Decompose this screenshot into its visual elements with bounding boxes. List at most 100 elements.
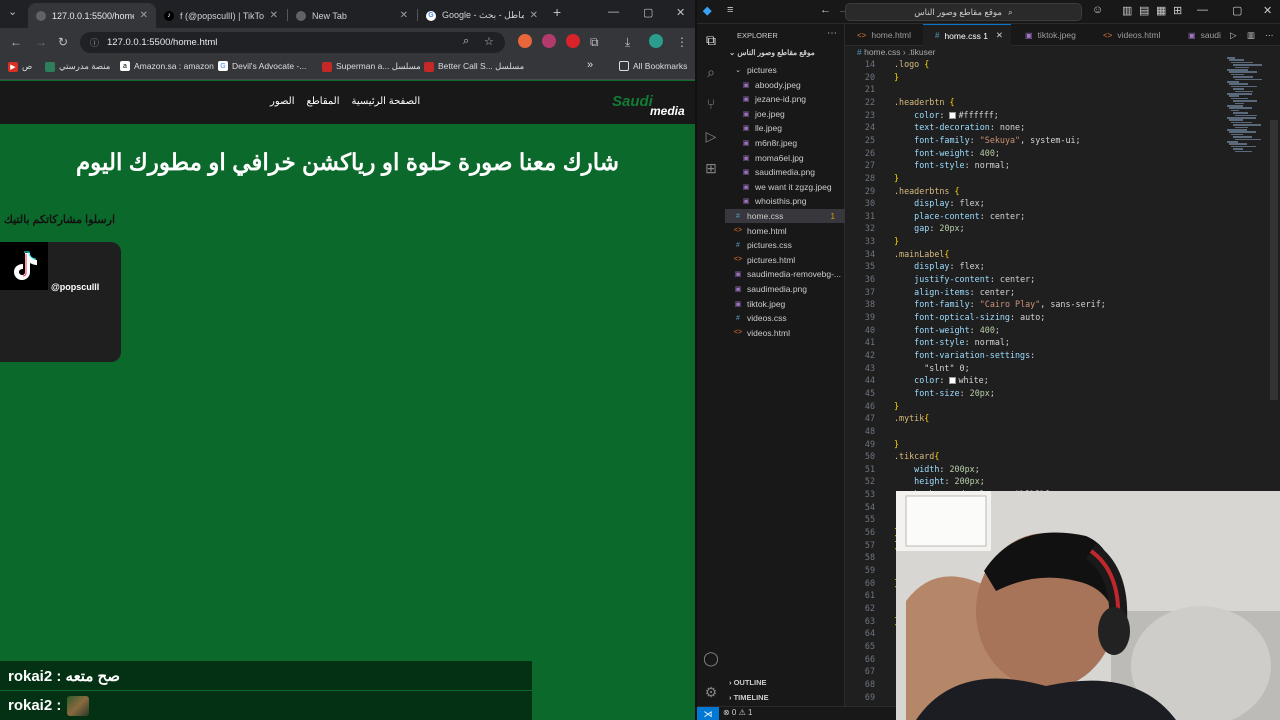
back-icon[interactable]: ← [820,4,831,16]
extensions-puzzle-icon[interactable]: ⧉ [590,35,599,50]
url-input[interactable]: ⓘ 127.0.0.1:5500/home.html ⌕ ☆ [80,32,505,53]
close-window-button[interactable]: ✕ [676,6,685,19]
code-line[interactable]: height: 200px; [894,476,985,486]
layout-icon[interactable]: ▥ [1122,4,1132,17]
code-line[interactable]: .mytik{ [894,413,929,423]
copilot-icon[interactable]: ☺ [1092,4,1103,16]
more-actions-icon[interactable]: ⋯ [827,28,837,39]
account-icon[interactable]: ◯ [703,650,719,666]
tab-google[interactable]: G Google - مماطل - بحث ✕ [418,3,546,28]
tab-saudi[interactable]: ▣ saudi [1176,24,1226,46]
nav-videos-link[interactable]: المقاطع [307,96,340,107]
command-center-search[interactable]: موقع مقاطع وصور الناس ⌕ [845,3,1082,21]
code-line[interactable]: .tikcard{ [894,451,939,461]
tab-home[interactable]: 127.0.0.1:5500/home.ht ✕ [28,3,156,28]
bookmark-item[interactable]: Superman a... مسلسل [322,61,421,72]
code-line[interactable]: } [894,72,899,82]
extension-icon[interactable] [542,34,556,48]
code-line[interactable]: "slnt" 0; [894,363,969,373]
bookmark-item[interactable]: منصة مدرستي [45,61,110,72]
file-item[interactable]: <> home.html [725,224,845,238]
back-icon[interactable]: ← [10,35,22,49]
download-icon[interactable]: ⤓ [625,35,630,50]
search-icon[interactable]: ⌕ [703,64,719,80]
reload-icon[interactable]: ↻ [58,35,68,49]
close-icon[interactable]: ✕ [530,10,538,21]
close-icon[interactable]: ✕ [996,30,1003,41]
tab-new[interactable]: New Tab ✕ [288,3,416,28]
code-line[interactable]: font-style: normal; [894,337,1010,347]
bookmark-star-icon[interactable]: ☆ [484,35,494,48]
more-actions-icon[interactable]: ⋯ [1265,24,1274,46]
file-item[interactable]: ▣ moma6el.jpg [725,151,845,165]
run-debug-icon[interactable]: ▷ [703,128,719,144]
code-line[interactable]: } [894,439,899,449]
bookmark-item[interactable]: Better Call S... مسلسل [424,61,524,72]
sidebar-icon[interactable]: ▦ [1156,4,1166,17]
split-editor-icon[interactable]: ▥ [1247,24,1255,46]
code-line[interactable]: font-weight: 400; [894,148,1000,158]
extension-icon[interactable] [566,34,580,48]
panel-icon[interactable]: ▤ [1139,4,1149,17]
all-bookmarks[interactable]: All Bookmarks [619,61,687,71]
menu-icon[interactable]: ≡ [727,4,733,16]
forward-icon[interactable]: → [35,35,47,49]
new-tab-button[interactable]: + [553,4,561,20]
close-icon[interactable]: ✕ [140,10,148,21]
code-line[interactable]: font-size: 20px; [894,388,995,398]
minimap[interactable] [1227,57,1267,157]
customize-layout-icon[interactable]: ⊞ [1173,4,1182,17]
file-item[interactable]: # videos.css [725,311,845,325]
tab-search-icon[interactable]: ⌄ [8,5,17,18]
code-line[interactable]: display: flex; [894,261,985,271]
avatar[interactable] [649,34,663,48]
file-item[interactable]: ▣ m6n8r.jpeg [725,136,845,150]
code-line[interactable]: .mainLabel{ [894,249,949,259]
folder-pictures[interactable]: ⌄ pictures [725,63,845,77]
file-item[interactable]: # home.css 1 [725,209,845,223]
file-item[interactable]: <> pictures.html [725,253,845,267]
code-line[interactable]: font-variation-settings: [894,350,1035,360]
extension-icon[interactable] [518,34,532,48]
site-logo[interactable]: Saudi media [612,93,685,119]
file-item[interactable]: ▣ aboody.jpeg [725,78,845,92]
bookmark-item[interactable]: G Devil's Advocate -... [218,61,306,71]
code-line[interactable]: place-content: center; [894,211,1025,221]
bookmark-item[interactable]: a Amazon.sa : amazon [120,61,214,71]
remote-icon[interactable]: ⋊ [697,707,719,720]
project-folder[interactable]: ⌄ موقع مقاطع وصور الناس [729,48,815,57]
minimize-button[interactable]: — [1197,4,1208,16]
code-line[interactable]: font-style: normal; [894,160,1010,170]
nav-home-link[interactable]: الصفحة الرئيسية [352,96,421,107]
tab-videos-html[interactable]: <> videos.html [1091,24,1176,46]
nav-pictures-link[interactable]: الصور [270,96,295,107]
code-line[interactable]: font-family: "Sekuya", system-ui; [894,135,1080,145]
timeline-section[interactable]: › TIMELINE [729,693,769,702]
close-icon[interactable]: ✕ [270,10,278,21]
code-line[interactable]: justify-content: center; [894,274,1035,284]
maximize-button[interactable]: ▢ [643,6,653,19]
code-line[interactable]: text-decoration: none; [894,122,1025,132]
tab-home-css[interactable]: # home.css 1 ✕ [923,24,1011,46]
run-icon[interactable]: ▷ [1230,24,1237,46]
code-line[interactable]: display: flex; [894,198,985,208]
more-bookmarks-icon[interactable]: » [587,59,593,71]
file-item[interactable]: ▣ saudimedia-removebg-... [725,267,845,281]
tab-home-html[interactable]: <> home.html [845,24,920,46]
code-line[interactable]: } [894,173,899,183]
code-line[interactable]: font-optical-sizing: auto; [894,312,1045,322]
bookmark-item[interactable]: ▶ ص [8,61,32,72]
code-line[interactable]: font-family: "Cairo Play", sans-serif; [894,299,1106,309]
code-line[interactable]: } [894,401,899,411]
close-icon[interactable]: ✕ [400,10,408,21]
maximize-button[interactable]: ▢ [1232,4,1242,17]
site-info-icon[interactable]: ⓘ [90,36,99,49]
file-item[interactable]: <> videos.html [725,326,845,340]
code-line[interactable]: color: white; [894,375,989,385]
source-control-icon[interactable]: ⑂ [703,96,719,112]
minimize-button[interactable]: — [608,6,619,18]
code-line[interactable]: .headerbtns { [894,186,960,196]
menu-icon[interactable]: ⋮ [676,35,688,49]
file-item[interactable]: ▣ saudimedia.png [725,165,845,179]
gear-icon[interactable]: ⚙ [703,684,719,700]
